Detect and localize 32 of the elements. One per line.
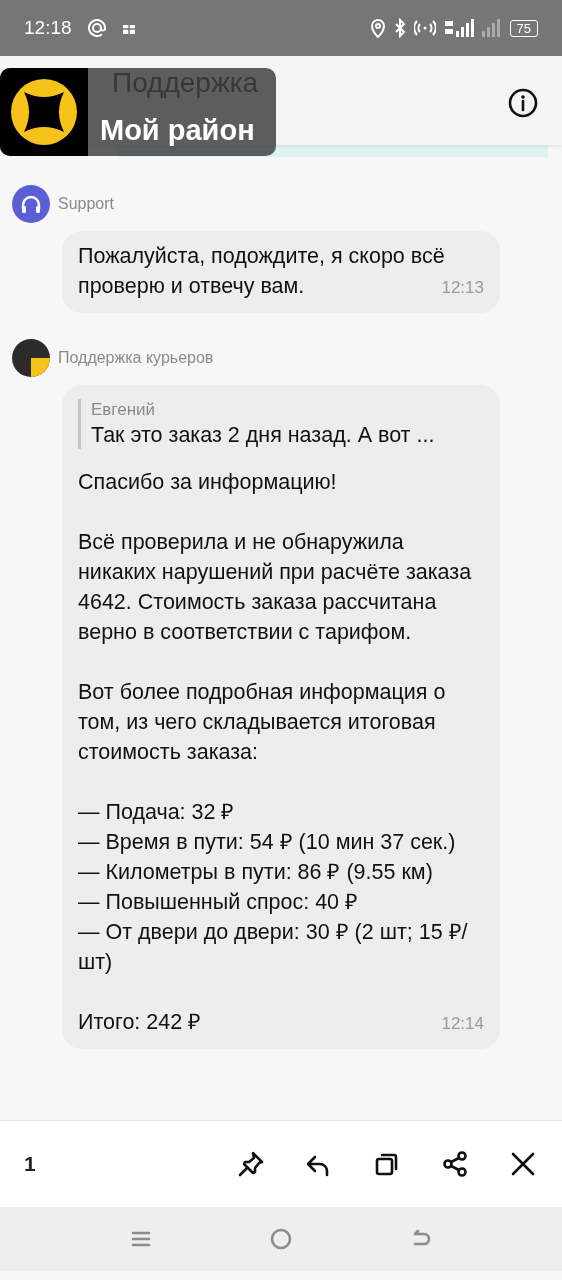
pin-icon — [236, 1149, 266, 1179]
sender-name: Support — [58, 194, 115, 214]
battery-indicator: 75 — [509, 19, 538, 37]
selected-count: 1 — [24, 1151, 36, 1178]
at-sign-icon — [87, 19, 106, 37]
app-name: Мой район — [100, 114, 255, 146]
message-text: Итого: 242 ₽ — [78, 1010, 202, 1034]
hotspot-icon — [413, 20, 436, 36]
message-line: — От двери до двери: 30 ₽ (2 шт; 15 ₽/шт) — [78, 919, 469, 976]
message-time: 12:14 — [441, 1013, 484, 1035]
status-time: 12:18 — [24, 15, 72, 40]
message-text: Спасибо за информацию! — [78, 470, 337, 494]
sender-name: Поддержка курьеров — [58, 348, 214, 368]
bluetooth-icon — [393, 18, 406, 38]
message-text: Вот более подробная информация о том, из чего складывается итоговая стоимость заказа: — [78, 680, 446, 764]
location-icon — [369, 18, 386, 38]
message-line: — Подача: 32 ₽ — [78, 799, 236, 826]
info-icon — [508, 88, 538, 118]
headset-avatar-icon — [12, 185, 50, 223]
share-icon — [440, 1149, 470, 1179]
message-time: 12:13 — [441, 277, 484, 299]
quote-text: Так это заказ 2 дня назад. А вот ... — [91, 422, 436, 449]
quote-author: Евгений — [91, 399, 157, 421]
signal-icon — [481, 19, 502, 37]
message-line: — Километры в пути: 86 ₽ (9.55 км) — [78, 859, 434, 886]
home-icon — [270, 1228, 292, 1250]
app-logo-icon — [10, 78, 78, 146]
message-text: Всё проверила и не обнаружила никаких нарушений при расчёте заказа 4642. Стоимость заказа рассчитана верно в соответствии с тарифом. — [78, 530, 472, 644]
message-line: — Повышенный спрос: 40 ₽ — [78, 889, 360, 916]
message-line: — Время в пути: 54 ₽ (10 мин 37 сек.) — [78, 829, 457, 856]
signal-icon — [443, 19, 474, 37]
courier-avatar-icon — [12, 339, 50, 377]
